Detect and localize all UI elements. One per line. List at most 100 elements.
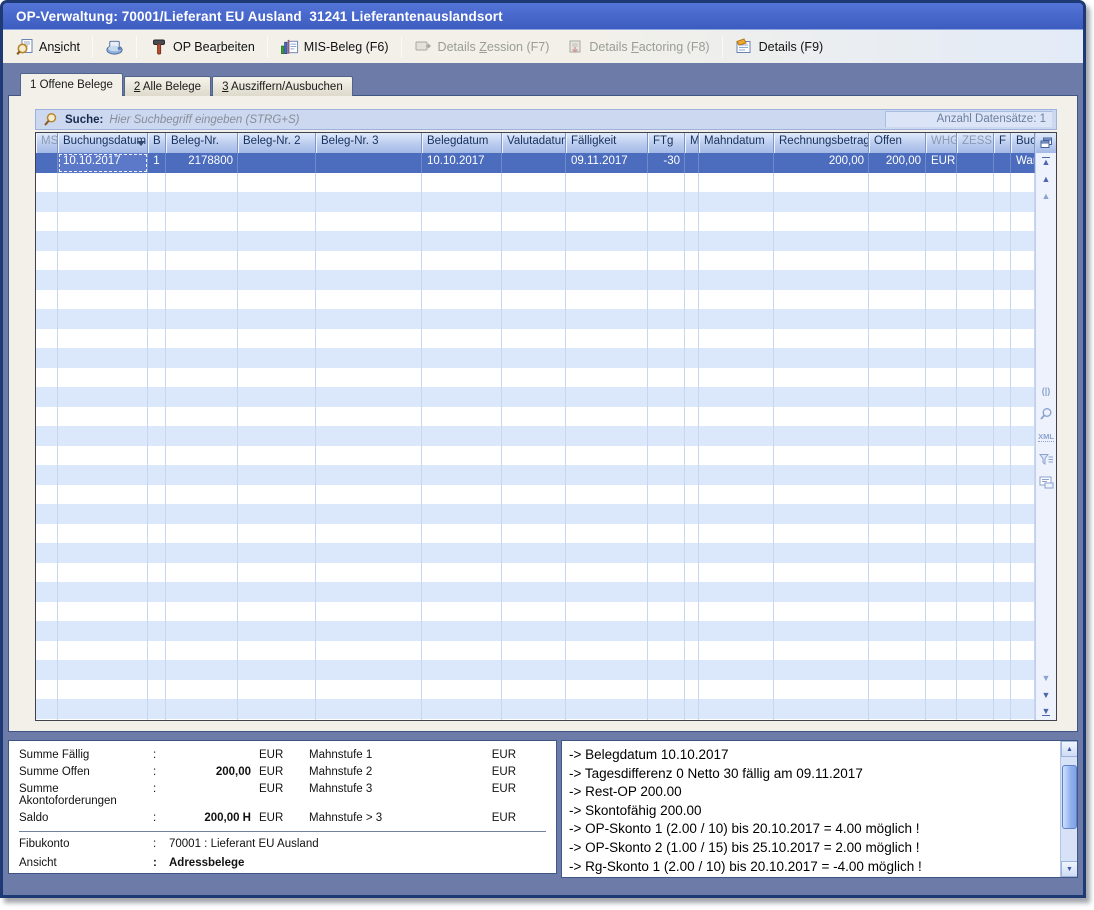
cell-offen [869,543,926,563]
cell-zess[interactable] [957,153,994,173]
scroll-to-top-icon[interactable]: ▲ [1036,153,1056,170]
column-header-whg[interactable]: WHG [926,133,957,153]
window-titlebar[interactable]: OP-Verwaltung: 70001/Lieferant EU Auslan… [3,3,1083,30]
tab-ausziffern-ausbuchen[interactable]: 3 Ausziffern/Ausbuchen [212,76,353,96]
scroll-down-icon[interactable]: ▼ [1036,686,1056,703]
column-header-valutadatum[interactable]: Valutadatum [502,133,566,153]
cell-offen[interactable]: 200,00 [869,153,926,173]
cell-rechnungsbetrag [774,387,869,407]
details-scrollbar[interactable]: ▲ ▼ [1060,741,1077,877]
column-chooser-icon[interactable] [1036,133,1056,153]
edit-form-icon[interactable] [1038,474,1054,491]
scrollbar-thumb[interactable] [1062,765,1077,829]
column-header-beleg-nr-2[interactable]: Beleg-Nr. 2 [238,133,316,153]
tab-offene-belege[interactable]: 1 Offene Belege [20,73,123,96]
cell-buchungsdatum[interactable]: 10.10.2017 [58,153,148,173]
cell-offen [869,212,926,232]
cell-beleg-nr [166,212,238,232]
cell-belegdatum[interactable]: 10.10.2017 [422,153,502,173]
column-header-belegdatum[interactable]: Belegdatum [422,133,502,153]
cell-zess [957,348,994,368]
cell-beleg-nr [166,407,238,427]
details-button[interactable]: Details (F9) [727,34,832,60]
cell-b [148,563,166,583]
grid-header-row: MSBuchungsdatumBBeleg-Nr.Beleg-Nr. 2Bele… [36,133,1035,153]
column-header-rechnungsbetrag[interactable]: Rechnungsbetrag [774,133,869,153]
column-header-faelligkeit[interactable]: Fälligkeit [566,133,648,153]
cell-rechnungsbetrag[interactable]: 200,00 [774,153,869,173]
column-header-ms[interactable]: MS [36,133,58,153]
cell-rechnungsbetrag [774,660,869,680]
search-input-placeholder[interactable]: Hier Suchbegriff eingeben (STRG+S) [109,114,299,126]
group-columns-icon[interactable]: (|) [1038,382,1054,399]
sort-desc-icon [137,141,145,146]
mis-beleg-button[interactable]: MIS-Beleg (F6) [272,34,397,60]
cell-belegdatum [422,212,502,232]
scroll-up-icon[interactable]: ▲ [1036,170,1056,187]
cell-zess [957,680,994,700]
cell-b[interactable]: 1 [148,153,166,173]
cell-ftg [648,251,685,271]
account-grid: Fibukonto : 70001 : Lieferant EU Ausland… [19,838,556,869]
cell-buchungsdatum [58,582,148,602]
sum-label: Summe Fällig [19,749,153,761]
column-header-m[interactable]: M [685,133,699,153]
mahnstufe-label: Mahnstufe 1 [309,749,435,761]
filter-icon[interactable] [1038,451,1054,468]
cell-buchungsdatum [58,426,148,446]
cell-whg[interactable]: EUR [926,153,957,173]
cell-f[interactable] [994,153,1011,173]
cell-zess [957,270,994,290]
column-header-mahndatum[interactable]: Mahndatum [699,133,774,153]
cell-faelligkeit[interactable]: 09.11.2017 [566,153,648,173]
search-bar[interactable]: Suche: Hier Suchbegriff eingeben (STRG+S… [35,109,1057,130]
cell-f [994,407,1011,427]
page-down-icon[interactable]: ▼ [1036,669,1056,686]
cell-buch [1011,465,1035,485]
column-header-buchungsdatum[interactable]: Buchungsdatum [58,133,148,153]
cell-buchungsdatum [58,329,148,349]
grid-row-empty [36,348,1035,368]
cell-buch[interactable]: Ware [1011,153,1035,173]
cell-b [148,524,166,544]
ansicht-row-value: Adressbelege [169,857,556,869]
scroll-to-bottom-icon[interactable]: ▼ [1036,703,1056,720]
column-header-buch[interactable]: Buch [1011,133,1035,153]
cell-valutadatum[interactable] [502,153,566,173]
op-bearbeiten-button[interactable]: OP Bearbeiten [141,34,263,60]
print-button[interactable] [97,34,132,60]
cell-mahndatum [699,290,774,310]
column-header-ftg[interactable]: FTg [648,133,685,153]
cell-mahndatum[interactable] [699,153,774,173]
cell-ftg [648,660,685,680]
grid-row-selected[interactable]: 10.10.20171217880010.10.201709.11.2017-3… [36,153,1035,173]
column-header-beleg-nr[interactable]: Beleg-Nr. [166,133,238,153]
cell-beleg-nr-2 [238,212,316,232]
grid-search-icon[interactable] [1038,405,1054,422]
cell-beleg-nr-3 [316,621,422,641]
cell-beleg-nr-3[interactable] [316,153,422,173]
cell-offen [869,173,926,193]
ansicht-button[interactable]: Ansicht [7,34,88,60]
cell-beleg-nr[interactable]: 2178800 [166,153,238,173]
cell-valutadatum [502,602,566,622]
grid-row-empty [36,407,1035,427]
column-header-beleg-nr-3[interactable]: Beleg-Nr. 3 [316,133,422,153]
scrollbar-up-arrow-icon[interactable]: ▲ [1061,741,1078,757]
xml-export-icon[interactable]: XML [1038,428,1054,445]
page-up-icon[interactable]: ▲ [1036,187,1056,204]
column-header-zess[interactable]: ZESS [957,133,994,153]
cell-beleg-nr-2[interactable] [238,153,316,173]
column-header-offen[interactable]: Offen [869,133,926,153]
grid-row-empty [36,368,1035,388]
column-header-f[interactable]: F [994,133,1011,153]
tab-alle-belege[interactable]: 2 Alle Belege [124,76,211,96]
cell-mahndatum [699,348,774,368]
cell-ms[interactable] [36,153,58,173]
scrollbar-down-arrow-icon[interactable]: ▼ [1061,861,1078,877]
cell-buch [1011,270,1035,290]
cell-ftg[interactable]: -30 [648,153,685,173]
cell-m[interactable] [685,153,699,173]
cell-valutadatum [502,543,566,563]
column-header-b[interactable]: B [148,133,166,153]
